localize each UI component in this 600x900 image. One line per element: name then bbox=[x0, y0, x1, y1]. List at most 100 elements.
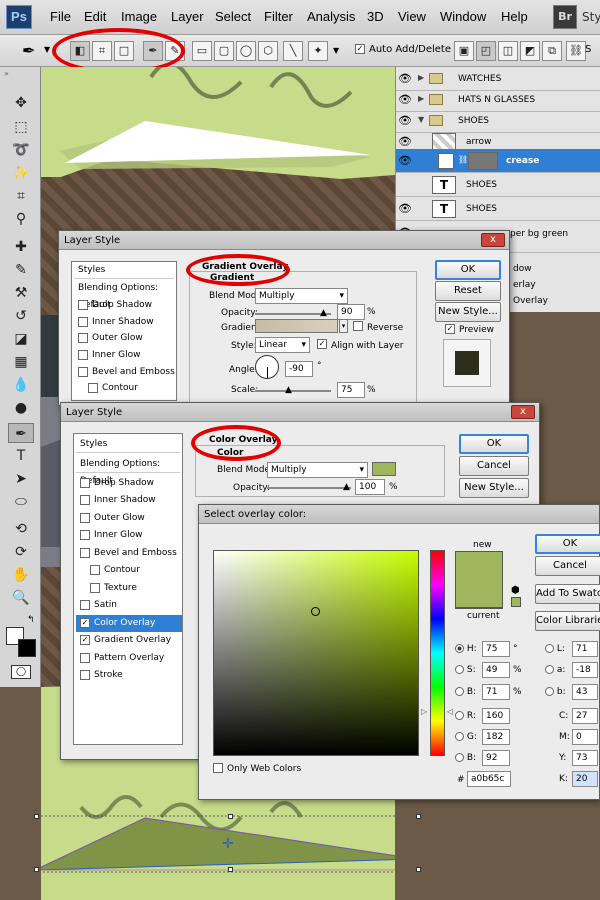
cancel-button[interactable]: Cancel bbox=[459, 456, 529, 476]
move-tool-icon[interactable]: ✥ bbox=[8, 93, 34, 113]
style-item[interactable]: Pattern Overlay bbox=[76, 650, 164, 667]
style-item[interactable]: ✓ Gradient Overlay bbox=[76, 632, 171, 649]
opacity-slider[interactable] bbox=[267, 487, 351, 489]
eyedropper-tool-icon[interactable]: ⚲ bbox=[8, 209, 34, 229]
angle-input[interactable]: -90 bbox=[285, 361, 313, 377]
green-input[interactable]: 182 bbox=[482, 729, 510, 745]
line-button[interactable]: ╲ bbox=[283, 41, 303, 61]
pen-tool-icon[interactable]: ✒ bbox=[8, 423, 34, 443]
menu-help[interactable]: Help bbox=[501, 9, 528, 24]
slider-thumb-icon[interactable]: ▲ bbox=[285, 385, 292, 395]
eye-icon[interactable]: 👁 bbox=[398, 135, 412, 149]
dodge-tool-icon[interactable]: ● bbox=[8, 398, 34, 418]
reset-button[interactable]: Reset bbox=[435, 281, 501, 301]
style-item[interactable]: Satin bbox=[76, 597, 117, 614]
black-input[interactable]: 20 bbox=[572, 771, 598, 787]
hue-slider-right-arrow-icon[interactable]: ◁ bbox=[447, 707, 453, 716]
dialog-titlebar[interactable]: Layer Style bbox=[59, 231, 509, 250]
blend-mode-select[interactable]: Multiply ▾ bbox=[267, 462, 368, 478]
background-color-swatch[interactable] bbox=[18, 639, 36, 657]
style-item[interactable]: Bevel and Emboss bbox=[74, 364, 175, 381]
close-button[interactable]: x bbox=[511, 405, 535, 419]
current-color-swatch[interactable] bbox=[455, 607, 503, 609]
style-item[interactable]: Texture bbox=[86, 580, 137, 597]
lab-a-input[interactable]: -18 bbox=[572, 662, 598, 678]
gradient-tool-icon[interactable]: ▦ bbox=[8, 352, 34, 372]
lab-l-radio[interactable]: L: bbox=[545, 644, 565, 654]
eraser-tool-icon[interactable]: ◪ bbox=[8, 329, 34, 349]
disclosure-triangle-icon[interactable]: ▶ bbox=[418, 73, 424, 82]
3d-rotate-tool-icon[interactable]: ⟲ bbox=[8, 519, 34, 539]
quick-mask-icon[interactable]: ◯ bbox=[11, 665, 31, 679]
auto-add-delete-checkbox[interactable]: ✓ bbox=[355, 44, 369, 55]
align-layer-checkbox[interactable]: ✓ bbox=[317, 339, 331, 350]
blue-input[interactable]: 92 bbox=[482, 750, 510, 766]
chevron-down-icon[interactable]: ▼ bbox=[44, 45, 50, 54]
gradient-style-select[interactable]: Linear ▾ bbox=[255, 337, 310, 353]
scale-input[interactable]: 75 bbox=[337, 382, 365, 398]
style-item[interactable]: Drop Shadow bbox=[76, 475, 154, 492]
preview-checkbox[interactable]: ✓ bbox=[445, 324, 459, 335]
rounded-rect-button[interactable]: ▢ bbox=[214, 41, 234, 61]
menu-window[interactable]: Window bbox=[440, 9, 486, 24]
workspace-menu[interactable]: Styl bbox=[582, 5, 600, 29]
scale-slider[interactable] bbox=[255, 390, 331, 392]
menu-analysis[interactable]: Analysis bbox=[307, 9, 355, 24]
ok-button[interactable]: OK bbox=[435, 260, 501, 280]
marquee-tool-icon[interactable]: ⬚ bbox=[8, 117, 34, 137]
eye-icon[interactable]: 👁 bbox=[398, 202, 412, 216]
red-radio[interactable]: R: bbox=[455, 711, 476, 721]
style-item[interactable]: Drop Shadow bbox=[74, 297, 152, 314]
transform-handle[interactable] bbox=[416, 814, 421, 819]
disclosure-triangle-icon[interactable]: ▼ bbox=[418, 115, 424, 124]
hue-slider-left-arrow-icon[interactable]: ▷ bbox=[421, 707, 427, 716]
brightness-radio[interactable]: B: bbox=[455, 687, 476, 697]
color-field[interactable] bbox=[213, 550, 419, 756]
chevron-down-icon[interactable]: ▾ bbox=[339, 319, 348, 333]
swap-colors-icon[interactable]: ↰ bbox=[27, 615, 35, 625]
menu-image[interactable]: Image bbox=[121, 9, 157, 24]
transform-handle[interactable] bbox=[228, 814, 233, 819]
gradient-swatch[interactable] bbox=[255, 319, 338, 333]
blend-mode-select[interactable]: Multiply ▾ bbox=[255, 288, 348, 304]
styles-header[interactable]: Styles bbox=[76, 436, 180, 453]
effect-row[interactable]: dow bbox=[513, 264, 532, 274]
magenta-input[interactable]: 0 bbox=[572, 729, 598, 745]
path-intersect-button[interactable]: ◫ bbox=[498, 41, 518, 61]
transform-handle[interactable] bbox=[34, 867, 39, 872]
path-subtract-button[interactable]: ◰ bbox=[476, 41, 496, 61]
style-item[interactable]: Inner Shadow bbox=[76, 492, 156, 509]
slider-thumb-icon[interactable]: ▲ bbox=[320, 308, 327, 318]
pen-tool-preset-icon[interactable]: ✒ bbox=[22, 41, 35, 60]
style-item-color-overlay[interactable]: ✓ Color Overlay bbox=[76, 615, 182, 632]
chevron-down-icon[interactable]: ▼ bbox=[333, 46, 339, 55]
menu-select[interactable]: Select bbox=[215, 9, 251, 24]
collapse-icon[interactable]: » bbox=[4, 69, 9, 78]
lab-b-radio[interactable]: b: bbox=[545, 687, 566, 697]
slider-thumb-icon[interactable]: ▲ bbox=[343, 482, 350, 492]
healing-tool-icon[interactable]: ✚ bbox=[8, 237, 34, 257]
bridge-button[interactable]: Br bbox=[553, 5, 577, 29]
path-align-button[interactable]: ⧉ bbox=[542, 41, 562, 61]
blur-tool-icon[interactable]: 💧 bbox=[8, 375, 34, 395]
lab-b-input[interactable]: 43 bbox=[572, 684, 598, 700]
menu-filter[interactable]: Filter bbox=[264, 9, 293, 24]
transform-handle[interactable] bbox=[228, 867, 233, 872]
brightness-input[interactable]: 71 bbox=[482, 684, 510, 700]
layer-row-crease[interactable]: 👁 ⛓ crease bbox=[396, 149, 600, 173]
red-input[interactable]: 160 bbox=[482, 708, 510, 724]
link-style-button[interactable]: ⛓ bbox=[566, 41, 586, 61]
hue-radio[interactable]: H: bbox=[455, 644, 477, 654]
cyan-input[interactable]: 27 bbox=[572, 708, 598, 724]
green-radio[interactable]: G: bbox=[455, 732, 477, 742]
disclosure-triangle-icon[interactable]: ▶ bbox=[418, 94, 424, 103]
yellow-input[interactable]: 73 bbox=[572, 750, 598, 766]
custom-shape-button[interactable]: ✦ bbox=[308, 41, 328, 61]
eye-icon[interactable]: 👁 bbox=[398, 154, 412, 168]
style-item[interactable]: Stroke bbox=[76, 667, 123, 684]
menu-3d[interactable]: 3D bbox=[367, 9, 384, 24]
shape-tool-icon[interactable]: ⬭ bbox=[8, 492, 34, 512]
eye-icon[interactable]: 👁 bbox=[398, 114, 412, 128]
add-to-swatches-button[interactable]: Add To Swatches bbox=[535, 584, 600, 604]
style-item[interactable]: Bevel and Emboss bbox=[76, 545, 177, 562]
